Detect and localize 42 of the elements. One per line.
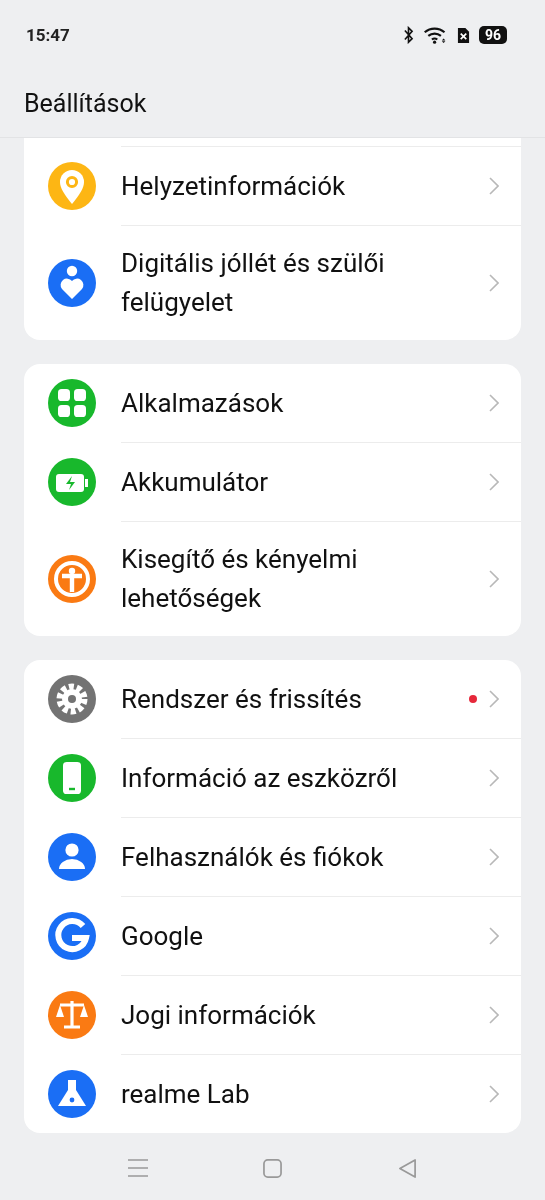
item-label: Felhasználók és fiókok bbox=[121, 840, 385, 874]
settings-item[interactable]: Alkalmazások bbox=[24, 364, 521, 442]
chevron-icon bbox=[489, 394, 499, 412]
chevron-icon bbox=[489, 1006, 499, 1024]
settings-item[interactable]: realme Lab bbox=[24, 1054, 521, 1133]
item-label: Kisegítő és kényelmi lehetőségek bbox=[121, 543, 359, 615]
item-label: Google bbox=[121, 919, 205, 953]
item-label: Alkalmazások bbox=[121, 386, 285, 420]
page-title: Beállítások bbox=[24, 89, 147, 118]
chevron-icon bbox=[489, 473, 499, 491]
home-icon[interactable] bbox=[263, 1158, 283, 1178]
item-label: realme Lab bbox=[121, 1077, 251, 1111]
chevron-icon bbox=[489, 177, 499, 195]
item-label: Jogi információk bbox=[121, 998, 317, 1032]
settings-item[interactable]: Google bbox=[24, 896, 521, 975]
back-icon[interactable] bbox=[398, 1158, 418, 1178]
chevron-icon bbox=[489, 769, 499, 787]
sim-icon bbox=[456, 26, 470, 44]
chevron-icon bbox=[489, 690, 499, 708]
item-label: Akkumulátor bbox=[121, 465, 270, 499]
wifi-icon bbox=[422, 26, 448, 44]
chevron-icon bbox=[489, 570, 499, 588]
chevron-icon bbox=[489, 848, 499, 866]
settings-item[interactable]: Kisegítő és kényelmi lehetőségek bbox=[24, 521, 521, 636]
chevron-icon bbox=[489, 927, 499, 945]
chevron-icon bbox=[489, 274, 499, 292]
item-label: Helyzetinformációk bbox=[121, 169, 347, 203]
settings-item[interactable]: Rendszer és frissítés bbox=[24, 660, 521, 738]
status-time: 15:47 bbox=[26, 25, 70, 45]
item-label: Információ az eszközről bbox=[121, 761, 399, 795]
settings-item[interactable]: Digitális jóllét és szülői felügyelet bbox=[24, 225, 521, 340]
settings-item[interactable]: Akkumulátor bbox=[24, 442, 521, 521]
item-label: Digitális jóllét és szülői felügyelet bbox=[121, 247, 386, 319]
settings-item[interactable]: Helyzetinformációk bbox=[24, 146, 521, 225]
item-label: Rendszer és frissítés bbox=[121, 682, 363, 716]
chevron-icon bbox=[489, 1085, 499, 1103]
bluetooth-icon bbox=[402, 26, 414, 44]
battery-level: 96 bbox=[478, 26, 507, 44]
settings-item[interactable]: Jogi információk bbox=[24, 975, 521, 1054]
settings-item[interactable]: Információ az eszközről bbox=[24, 738, 521, 817]
settings-item[interactable]: Felhasználók és fiókok bbox=[24, 817, 521, 896]
menu-icon[interactable] bbox=[127, 1159, 148, 1177]
